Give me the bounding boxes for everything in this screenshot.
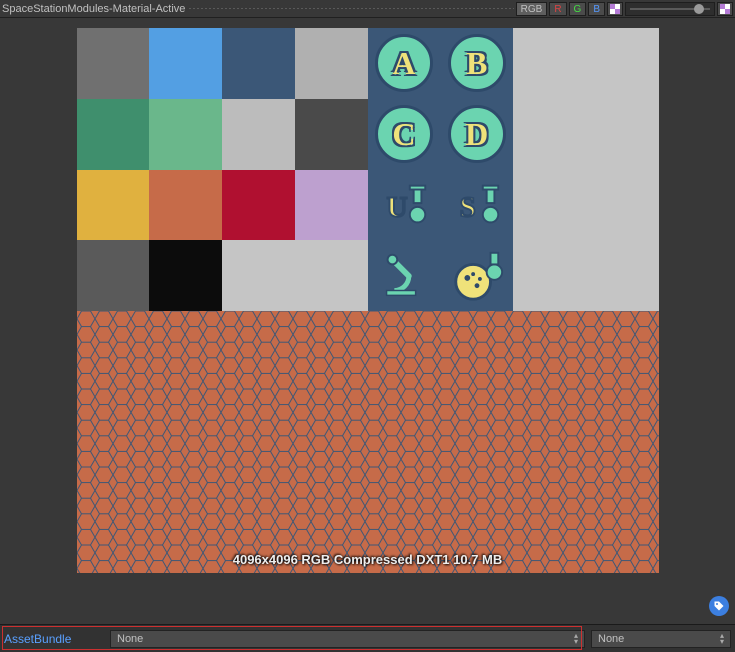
palette-swatch	[513, 99, 586, 170]
asset-label-button[interactable]	[709, 596, 729, 616]
title-separator	[189, 8, 513, 9]
svg-text:U: U	[386, 191, 407, 223]
palette-swatch	[149, 28, 222, 99]
asset-bundle-label: AssetBundle	[4, 632, 104, 646]
module-icon-s: S	[448, 176, 506, 234]
palette-swatch	[295, 28, 368, 99]
palette-swatch	[222, 170, 295, 241]
asset-title-text: SpaceStationModules-Material-Active	[2, 3, 185, 15]
asset-bundle-variant-dropdown[interactable]: None ▴▾	[591, 630, 731, 648]
module-icon-c: C	[375, 105, 433, 163]
module-icon-d: D	[448, 105, 506, 163]
palette-swatch	[513, 28, 586, 99]
palette-swatch	[295, 240, 368, 311]
palette-swatch	[295, 99, 368, 170]
texture-preview[interactable]: A B C D U S	[0, 18, 735, 592]
background-toggle-button[interactable]	[717, 2, 733, 16]
palette-swatch	[513, 170, 586, 241]
palette-swatch	[149, 99, 222, 170]
asset-bundle-dropdown[interactable]: None ▴▾	[110, 630, 585, 648]
asset-bundle-variant-value: None	[598, 633, 624, 645]
channel-r-button[interactable]: R	[549, 2, 566, 16]
checker-icon	[610, 4, 620, 14]
asset-bundle-value: None	[117, 633, 143, 645]
palette-swatch	[586, 170, 659, 241]
palette-swatch	[77, 240, 150, 311]
palette-swatch	[149, 170, 222, 241]
alpha-toggle-button[interactable]	[607, 2, 623, 16]
palette-swatch	[77, 28, 150, 99]
microscope-icon	[375, 247, 433, 305]
palette-swatch	[586, 28, 659, 99]
module-icon-b: B	[448, 34, 506, 92]
palette-swatch	[586, 99, 659, 170]
asset-bundle-footer: AssetBundle None ▴▾ None ▴▾	[0, 624, 735, 652]
hex-pattern	[77, 311, 659, 573]
channel-b-button[interactable]: B	[588, 2, 605, 16]
palette-swatch	[149, 240, 222, 311]
checker-icon	[720, 4, 730, 14]
channel-g-button[interactable]: G	[569, 2, 587, 16]
palette-swatch	[222, 28, 295, 99]
palette-swatch	[513, 240, 586, 311]
svg-text:S: S	[459, 191, 475, 223]
petri-dish-icon	[448, 247, 506, 305]
channel-rgb-button[interactable]: RGB	[516, 2, 548, 16]
palette-swatch	[222, 240, 295, 311]
palette-swatch	[77, 170, 150, 241]
palette-swatch	[295, 170, 368, 241]
tag-icon	[713, 600, 725, 612]
module-icon-a: A	[375, 34, 433, 92]
dropdown-arrows-icon: ▴▾	[720, 633, 724, 645]
palette-swatch	[222, 99, 295, 170]
palette-swatch	[586, 240, 659, 311]
module-icon-u: U	[375, 176, 433, 234]
dropdown-arrows-icon: ▴▾	[574, 633, 578, 645]
asset-title: SpaceStationModules-Material-Active	[2, 3, 514, 15]
palette-swatch	[77, 99, 150, 170]
mip-level-slider[interactable]	[625, 2, 715, 16]
